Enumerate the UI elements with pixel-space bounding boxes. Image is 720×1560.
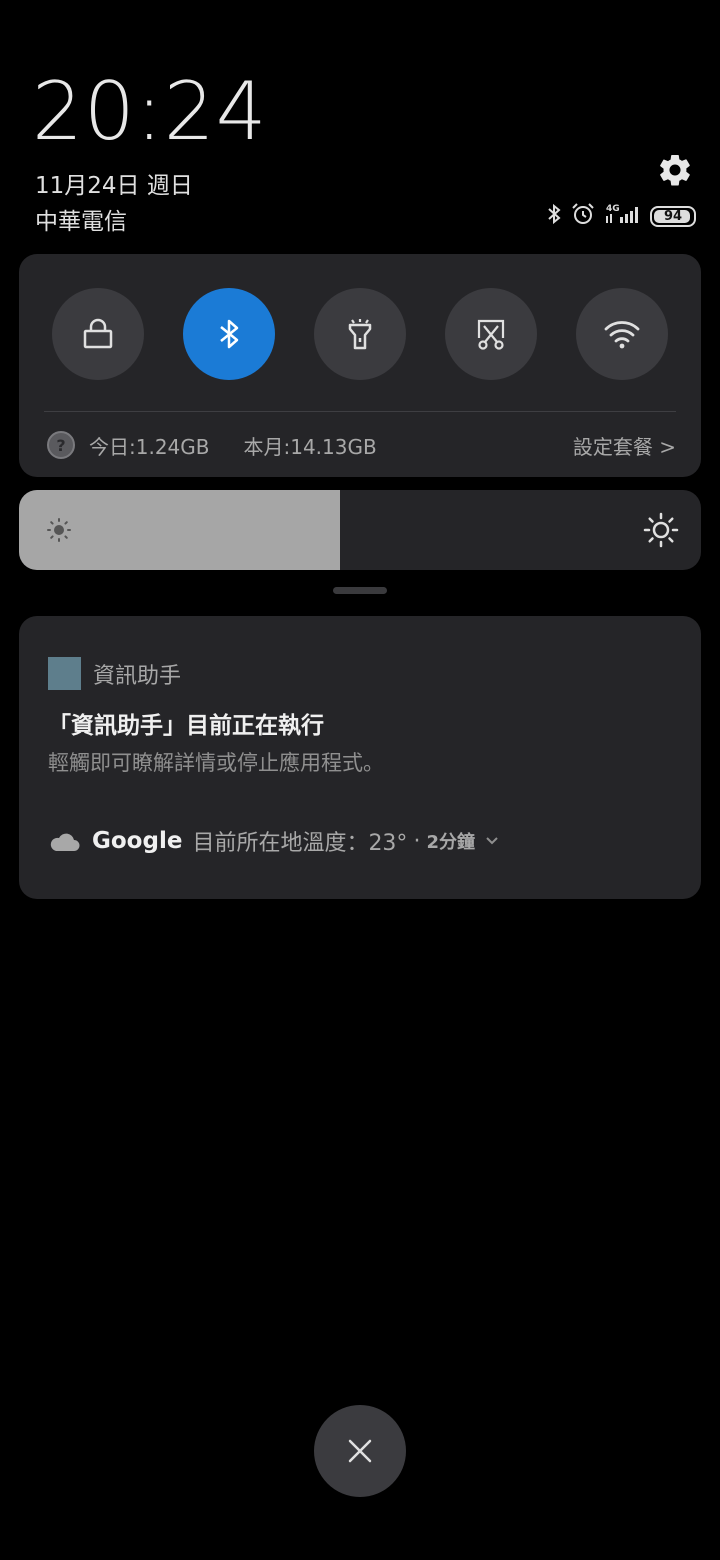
plan-settings-link[interactable]: 設定套餐 > [573,431,676,460]
cloud-icon [50,833,80,851]
weather-source: Google [92,828,183,854]
help-icon: ? [47,431,75,459]
date[interactable]: 11月24日 週日 [35,166,193,200]
data-usage-row[interactable]: ? 今日:1.24GB 本月:14.13GB 設定套餐 > [47,429,676,461]
weather-text: 目前所在地溫度：23° [192,831,408,856]
wifi-icon [604,321,640,349]
notification-card[interactable]: 資訊助手 「資訊助手」目前正在執行 輕觸即可瞭解詳情或停止應用程式。 Googl… [19,616,701,899]
data-month: 本月:14.13GB [243,434,377,459]
drag-handle[interactable] [333,587,387,594]
bluetooth-icon [546,202,562,230]
divider [44,411,676,412]
battery-level: 94 [663,208,683,224]
separator-dot: · [413,828,421,854]
brightness-low-icon [47,518,71,542]
status-icons: 4G 94 [546,200,696,232]
tile-flashlight[interactable] [314,288,406,380]
bluetooth-icon [220,319,239,349]
weather-notification[interactable]: Google 目前所在地溫度：23° · 2分鐘 [48,825,499,857]
notification-shade: 20:24 11月24日 週日 中華電信 4G 94 ? 今日:1.24GB 本… [0,0,720,1560]
app-name: 資訊助手 [93,663,182,689]
carrier-name: 中華電信 [35,209,127,235]
tile-bluetooth[interactable] [183,288,275,380]
quick-settings-panel: ? 今日:1.24GB 本月:14.13GB 設定套餐 > [19,254,701,477]
flashlight-icon [348,319,372,350]
tile-screenshot[interactable] [445,288,537,380]
close-button[interactable] [314,1405,406,1497]
screenshot-icon [477,319,505,350]
close-icon [348,1439,372,1463]
lock-icon [83,318,113,349]
gear-icon[interactable] [656,151,694,189]
brightness-slider[interactable] [19,490,701,570]
alarm-icon [570,201,596,231]
chevron-down-icon[interactable] [485,836,499,846]
tile-lock[interactable] [52,288,144,380]
notification-header: 資訊助手 [48,657,181,690]
signal-icon: 4G [604,201,642,231]
brightness-high-icon [643,512,679,548]
tile-wifi[interactable] [576,288,668,380]
weather-time: 2分鐘 [426,832,475,853]
app-icon [48,657,81,690]
network-label: 4G [606,204,620,214]
data-today: 今日:1.24GB [89,434,210,459]
clock[interactable]: 20:24 [32,72,268,152]
battery-icon: 94 [650,205,696,227]
notification-body: 輕觸即可瞭解詳情或停止應用程式。 [48,751,384,775]
quick-settings-tiles [52,288,668,380]
notification-title: 「資訊助手」目前正在執行 [48,713,324,739]
